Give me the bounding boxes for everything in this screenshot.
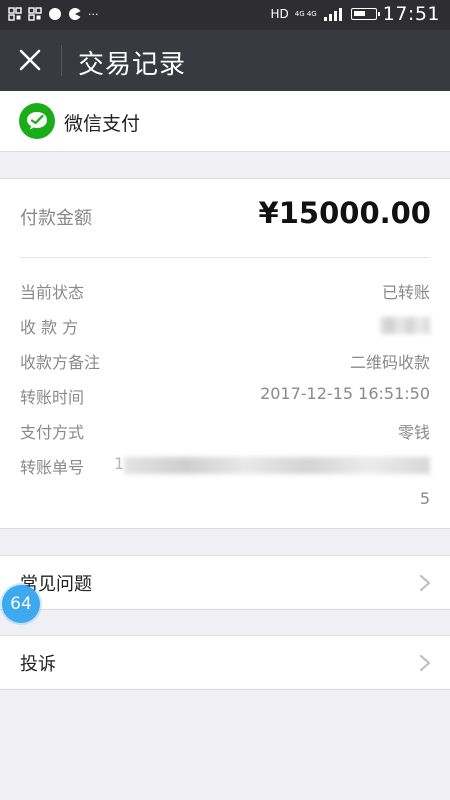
complaint-row[interactable]: 投诉	[0, 635, 450, 690]
detail-key: 转账时间	[20, 388, 85, 407]
chevron-right-icon	[419, 574, 431, 592]
circle-icon	[49, 8, 61, 20]
pay-provider-header: 微信支付	[0, 91, 450, 152]
detail-value: 二维码收款	[349, 353, 430, 372]
more-notifications: ···	[88, 7, 99, 21]
app-grid-icon	[8, 7, 22, 21]
amount-value: ¥15000.00	[258, 196, 431, 230]
status-icons-left: ···	[8, 7, 99, 21]
faq-row[interactable]: 常见问题	[0, 555, 450, 610]
signal-icon	[323, 8, 342, 21]
detail-key: 支付方式	[20, 423, 85, 442]
title-divider	[61, 45, 62, 76]
detail-key: 收款方备注	[20, 353, 101, 372]
complaint-label: 投诉	[20, 654, 56, 675]
battery-icon	[350, 8, 380, 20]
close-icon[interactable]	[14, 44, 46, 76]
detail-key: 收 款 方	[20, 318, 79, 337]
transfer-id-head: 1	[114, 454, 125, 473]
divider	[20, 257, 430, 258]
browser-icon	[69, 8, 81, 20]
detail-key: 转账单号	[20, 458, 85, 477]
detail-row-status: 当前状态 已转账	[20, 279, 430, 303]
battery-level	[353, 11, 365, 16]
amount-label: 付款金额	[20, 208, 92, 229]
network-4g-label: 4G 4G	[294, 10, 317, 18]
detail-row-transfer-id: 转账单号 1	[20, 454, 430, 478]
transaction-detail-card: 付款金额 ¥15000.00 当前状态 已转账 收 款 方 收款方备注 二维码收…	[0, 178, 450, 529]
detail-row-time: 转账时间 2017-12-15 16:51:50	[20, 384, 430, 408]
page-title: 交易记录	[78, 50, 187, 80]
transfer-id-tail: 5	[419, 489, 430, 508]
detail-value: 2017-12-15 16:51:50	[260, 384, 430, 403]
pay-provider-name: 微信支付	[64, 113, 141, 135]
detail-key: 当前状态	[20, 283, 85, 302]
detail-row-payee: 收 款 方	[20, 314, 430, 338]
top-bar: 交易记录	[0, 30, 450, 91]
detail-row-method: 支付方式 零钱	[20, 419, 430, 443]
detail-value: 已转账	[381, 283, 430, 302]
clock: 17:51	[382, 3, 440, 25]
status-bar: ··· HD 4G 4G 17:51	[0, 0, 450, 30]
redacted-payee	[380, 317, 430, 334]
network-hd-label: HD	[270, 7, 289, 21]
floating-counter-badge[interactable]: 64	[2, 585, 40, 623]
app-grid-icon	[28, 7, 42, 21]
redacted-transfer-id	[124, 457, 430, 474]
detail-value: 零钱	[397, 423, 430, 442]
detail-row-remark: 收款方备注 二维码收款	[20, 349, 430, 373]
wechat-pay-icon	[19, 103, 55, 139]
detail-row-transfer-id-tail: 5	[20, 489, 430, 513]
status-icons-right: HD 4G 4G 17:51	[270, 3, 440, 25]
chevron-right-icon	[419, 654, 431, 672]
